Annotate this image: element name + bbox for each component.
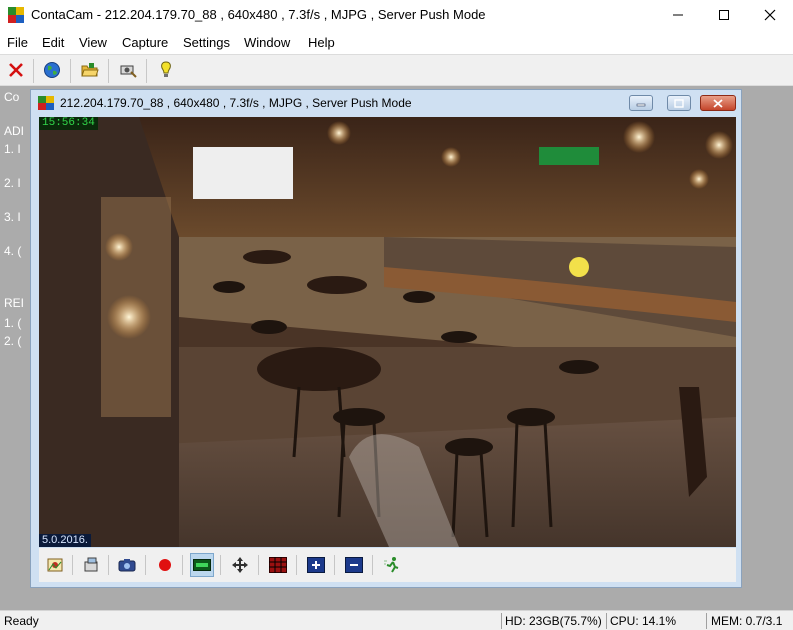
toolbar-separator <box>334 555 335 575</box>
maximize-button[interactable] <box>701 0 747 30</box>
background-text-line: REI <box>4 296 25 310</box>
background-text-line: Co <box>4 90 20 104</box>
camera-live-view[interactable]: 15:56:34 5.0.2016. <box>39 117 736 547</box>
camera-settings-button[interactable] <box>116 59 140 81</box>
detection-icon <box>193 559 211 571</box>
background-text-line: ADI <box>4 124 25 138</box>
motion-button[interactable] <box>380 553 404 577</box>
title-bar: ContaCam - 212.204.179.70_88 , 640x480 ,… <box>0 0 793 30</box>
close-red-x-icon <box>9 63 23 77</box>
camera-window-title: 212.204.179.70_88 , 640x480 , 7.3f/s , M… <box>60 96 412 110</box>
toolbar-separator <box>33 59 34 83</box>
toolbar-separator <box>296 555 297 575</box>
menu-edit[interactable]: Edit <box>42 35 64 50</box>
contacam-app-icon <box>38 96 54 110</box>
toolbar-separator <box>146 59 147 83</box>
background-text-line: 2. I <box>4 176 21 190</box>
move-icon <box>232 557 248 573</box>
status-disk: HD: 23GB(75.7%) <box>505 614 602 628</box>
toolbar-separator <box>145 555 146 575</box>
date-overlay: 5.0.2016. <box>39 534 91 547</box>
zoom-out-button[interactable] <box>342 553 366 577</box>
status-divider <box>606 613 607 629</box>
globe-icon <box>44 62 60 78</box>
menu-capture[interactable]: Capture <box>122 35 168 50</box>
minimize-button[interactable] <box>655 0 701 30</box>
camera-toolbar <box>39 548 736 582</box>
minimize-icon <box>636 103 646 107</box>
status-bar: Ready HD: 23GB(75.7%) CPU: 14.1% MEM: 0.… <box>0 610 793 630</box>
network-camera-button[interactable] <box>40 59 64 81</box>
close-document-button[interactable] <box>4 59 28 81</box>
toolbar-separator <box>70 59 71 83</box>
open-folder-button[interactable] <box>78 59 102 81</box>
zone-icon <box>269 557 287 573</box>
camera-window-close-button[interactable] <box>700 95 736 111</box>
status-divider <box>501 613 502 629</box>
status-ready: Ready <box>4 614 39 628</box>
toolbar-separator <box>220 555 221 575</box>
maximize-icon <box>719 10 729 20</box>
menu-bar: File Edit View Capture Settings Window H… <box>0 30 793 54</box>
zone-button[interactable] <box>266 553 290 577</box>
motion-icon <box>384 557 399 573</box>
timestamp-overlay: 15:56:34 <box>39 117 98 130</box>
toolbar-separator <box>72 555 73 575</box>
bar-interior-image <box>39 117 736 547</box>
menu-help[interactable]: Help <box>308 35 335 50</box>
restore-icon <box>674 98 684 108</box>
toolbar-separator <box>182 555 183 575</box>
snapshot-settings-button[interactable] <box>79 553 103 577</box>
main-toolbar <box>0 54 793 86</box>
close-icon <box>764 9 776 21</box>
menu-window[interactable]: Window <box>244 35 290 50</box>
background-text-line: 1. ( <box>4 316 22 330</box>
zoom-out-icon <box>345 557 363 573</box>
background-text-line: 4. ( <box>4 244 22 258</box>
minimize-icon <box>673 14 683 16</box>
close-icon <box>713 98 723 108</box>
background-text-line: 1. I <box>4 142 21 156</box>
camera-window-minimize-button[interactable] <box>629 95 653 111</box>
status-cpu: CPU: 14.1% <box>610 614 677 628</box>
move-button[interactable] <box>228 553 252 577</box>
menu-file[interactable]: File <box>7 35 28 50</box>
tip-button[interactable] <box>154 59 178 81</box>
open-folder-icon <box>81 63 99 77</box>
record-button[interactable] <box>153 553 177 577</box>
camera-button[interactable] <box>115 553 139 577</box>
camera-window-restore-button[interactable] <box>667 95 691 111</box>
toolbar-separator <box>372 555 373 575</box>
camera-settings-icon <box>120 65 137 78</box>
record-icon <box>159 559 171 571</box>
close-button[interactable] <box>747 0 793 30</box>
toolbar-separator <box>108 59 109 83</box>
contacam-app-icon <box>8 7 24 23</box>
background-text-line: 2. ( <box>4 334 22 348</box>
menu-settings[interactable]: Settings <box>183 35 230 50</box>
snapshot-button[interactable] <box>43 553 67 577</box>
status-memory: MEM: 0.7/3.1 <box>711 614 783 628</box>
toolbar-separator <box>258 555 259 575</box>
camera-icon <box>118 559 136 572</box>
toolbar-separator <box>108 555 109 575</box>
zoom-in-button[interactable] <box>304 553 328 577</box>
zoom-in-icon <box>307 557 325 573</box>
background-text-line: 3. I <box>4 210 21 224</box>
snapshot-icon <box>47 558 63 572</box>
camera-window-title-bar[interactable]: 212.204.179.70_88 , 640x480 , 7.3f/s , M… <box>31 90 741 117</box>
detection-button[interactable] <box>190 553 214 577</box>
camera-child-window: 212.204.179.70_88 , 640x480 , 7.3f/s , M… <box>30 89 742 588</box>
window-title: ContaCam - 212.204.179.70_88 , 640x480 ,… <box>31 7 486 22</box>
status-divider <box>706 613 707 629</box>
menu-view[interactable]: View <box>79 35 107 50</box>
tip-bulb-icon <box>161 61 171 77</box>
snapshot-settings-icon <box>84 557 98 572</box>
